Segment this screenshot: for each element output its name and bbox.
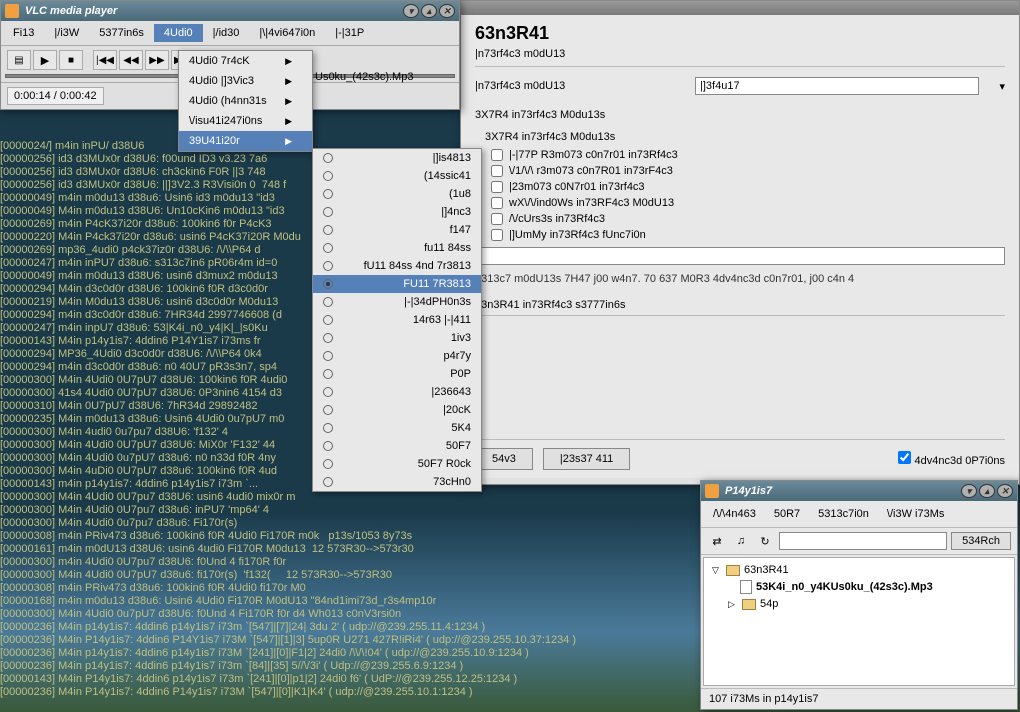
open-button[interactable]: ▤ — [7, 50, 31, 70]
eq-preset-item[interactable]: |]4nc3 — [313, 203, 481, 221]
eq-preset-item[interactable]: FU11 7R3813 — [313, 275, 481, 293]
dropdown-arrow-icon[interactable]: ▾ — [999, 80, 1005, 93]
minimize-icon[interactable]: ▾ — [403, 4, 419, 18]
playlist-titlebar[interactable]: P14y1is7 ▾ ▴ ✕ — [701, 481, 1017, 501]
maximize-icon[interactable]: ▴ — [421, 4, 437, 18]
eq-preset-item[interactable]: |]is4813 — [313, 149, 481, 167]
menu-i3w[interactable]: |/i3W — [44, 24, 89, 42]
tree-item-general[interactable]: ▽ 63n3R41 — [708, 562, 1010, 578]
menu-5377in6s[interactable]: 5377in6s — [89, 24, 154, 42]
module-checkbox[interactable]: \/1/\/\ r3m073 c0n7R01 in73rF4c3 — [475, 163, 1005, 179]
menu-4vi647i0n[interactable]: |\|4vi647i0n — [249, 24, 325, 42]
stop-button[interactable]: ■ — [59, 50, 83, 70]
module-checkbox[interactable]: |23m073 c0N7r01 in73rf4c3 — [475, 179, 1005, 195]
caret-down-icon[interactable]: ▽ — [712, 565, 722, 576]
eq-preset-item[interactable]: 14r63 |-|411 — [313, 311, 481, 329]
playlist-title: P14y1is7 — [725, 485, 772, 497]
playlist-menu-item[interactable]: /\/\4n463 — [705, 505, 764, 523]
eq-preset-item[interactable]: fu11 84ss — [313, 239, 481, 257]
close-icon[interactable]: ✕ — [997, 484, 1013, 498]
module-checkbox[interactable]: /\/cUrs3s in73Rf4c3 — [475, 211, 1005, 227]
rewind-button[interactable]: ◀◀ — [119, 50, 143, 70]
eq-preset-item[interactable]: 1iv3 — [313, 329, 481, 347]
eq-preset-item[interactable]: |20cK — [313, 401, 481, 419]
playlist-search-input[interactable] — [779, 532, 947, 550]
playlist-menu-item[interactable]: 5313c7i0n — [810, 505, 877, 523]
eq-preset-item[interactable]: p4r7y — [313, 347, 481, 365]
submenu-item[interactable]: 4Udi0 (h4nn31s▶ — [179, 91, 312, 111]
eq-preset-item[interactable]: f147 — [313, 221, 481, 239]
settings-heading: 63n3R41 — [475, 23, 1005, 44]
advanced-options-check[interactable]: 4dv4nc3d 0P7i0ns — [898, 451, 1005, 467]
close-icon[interactable]: ✕ — [439, 4, 455, 18]
folder-icon — [742, 599, 756, 610]
playlist-status: 107 i73Ms in p14y1is7 — [701, 688, 1017, 709]
eq-preset-item[interactable]: |236643 — [313, 383, 481, 401]
extra-modules-label: 3X7R4 in73rf4c3 M0du13s — [475, 109, 1005, 121]
interface-module-label: |n73rf4c3 m0dU13 — [475, 80, 675, 92]
playlist-menu-item[interactable]: 50R7 — [766, 505, 808, 523]
track-name-partial: Us0ku_(42s3c).Mp3 — [315, 71, 413, 83]
reset-all-button[interactable]: |23s37 411 — [543, 448, 630, 470]
eq-preset-item[interactable]: 50F7 R0ck — [313, 455, 481, 473]
general-settings-label: 63n3R41 in73Rf4c3 s3777in6s — [475, 299, 1005, 316]
settings-hint: 5313c7 m0dU13s 7H47 j00 w4n7. 70 637 M0R… — [475, 273, 1005, 285]
maximize-icon[interactable]: ▴ — [979, 484, 995, 498]
module-checkbox[interactable]: |-|77P R3m073 c0n7r01 in73Rf4c3 — [475, 147, 1005, 163]
prev-button[interactable]: |◀◀ — [93, 50, 117, 70]
minimize-icon[interactable]: ▾ — [961, 484, 977, 498]
menu-31p[interactable]: |-|31P — [325, 24, 374, 42]
submenu-item[interactable]: \/isu41i247i0ns▶ — [179, 111, 312, 131]
vlc-menubar: Fi13|/i3W5377in6s4Udi0|/id30|\|4vi647i0n… — [1, 21, 459, 46]
submenu-item[interactable]: 4Udi0 |]3Vic3▶ — [179, 71, 312, 91]
playlist-menu-item[interactable]: \/i3W i73Ms — [879, 505, 952, 523]
repeat-icon[interactable]: ♫ — [731, 532, 751, 550]
eq-preset-item[interactable]: fU11 84ss 4nd 7r3813 — [313, 257, 481, 275]
equalizer-submenu: |]is4813(14ssic41(1u8|]4nc3f147fu11 84ss… — [312, 148, 482, 492]
eq-preset-item[interactable]: 73cHn0 — [313, 473, 481, 491]
time-status: 0:00:14 / 0:00:42 — [7, 87, 104, 105]
loop-icon[interactable]: ↻ — [755, 532, 775, 550]
menu-id30[interactable]: |/id30 — [203, 24, 250, 42]
playlist-menubar: /\/\4n46350R75313c7i0n\/i3W i73Ms — [701, 501, 1017, 528]
settings-window: 63n3R41 |n73rf4c3 m0dU13 |n73rf4c3 m0dU1… — [460, 0, 1020, 485]
extra-modules-sublabel: 3X7R4 in73rf4c3 M0du13s — [475, 131, 1005, 143]
tree-item-file[interactable]: 53K4i_n0_y4KUs0ku_(42s3c).Mp3 — [708, 578, 1010, 596]
module-select-input[interactable] — [475, 247, 1005, 265]
menu-4udi0[interactable]: 4Udi0 — [154, 24, 203, 42]
eq-preset-item[interactable]: P0P — [313, 365, 481, 383]
vlc-cone-icon — [705, 484, 719, 498]
eq-preset-item[interactable]: 50F7 — [313, 437, 481, 455]
submenu-item[interactable]: 39U41i20r▶ — [179, 131, 312, 151]
eq-preset-item[interactable]: (14ssic41 — [313, 167, 481, 185]
shuffle-icon[interactable]: ⇄ — [707, 532, 727, 550]
tree-item-sap[interactable]: ▷ 54p — [708, 596, 1010, 612]
playlist-window: P14y1is7 ▾ ▴ ✕ /\/\4n46350R75313c7i0n\/i… — [700, 480, 1018, 710]
playlist-search-button[interactable]: 534Rch — [951, 532, 1011, 550]
save-button[interactable]: 54v3 — [475, 448, 533, 470]
module-checkbox[interactable]: wX\/\/ind0Ws in73RF4c3 M0dU13 — [475, 195, 1005, 211]
caret-right-icon[interactable]: ▷ — [728, 599, 738, 610]
playlist-tree[interactable]: ▽ 63n3R41 53K4i_n0_y4KUs0ku_(42s3c).Mp3 … — [703, 557, 1015, 686]
settings-titlebar[interactable] — [461, 1, 1019, 15]
vlc-titlebar[interactable]: VLC media player ▾ ▴ ✕ — [1, 1, 459, 21]
menu-fi13[interactable]: Fi13 — [3, 24, 44, 42]
settings-subheading: |n73rf4c3 m0dU13 — [475, 48, 1005, 67]
module-checkbox[interactable]: |]UmMy in73Rf4c3 fUnc7i0n — [475, 227, 1005, 243]
vlc-title: VLC media player — [25, 5, 117, 17]
file-icon — [740, 580, 752, 594]
folder-icon — [726, 565, 740, 576]
eq-preset-item[interactable]: (1u8 — [313, 185, 481, 203]
play-button[interactable]: ▶ — [33, 50, 57, 70]
eq-preset-item[interactable]: 5K4 — [313, 419, 481, 437]
audio-submenu: 4Udi0 7r4cK▶4Udi0 |]3Vic3▶4Udi0 (h4nn31s… — [178, 50, 313, 152]
forward-button[interactable]: ▶▶ — [145, 50, 169, 70]
submenu-item[interactable]: 4Udi0 7r4cK▶ — [179, 51, 312, 71]
interface-module-input[interactable] — [695, 77, 979, 95]
eq-preset-item[interactable]: |-|34dPH0n3s — [313, 293, 481, 311]
vlc-cone-icon — [5, 4, 19, 18]
